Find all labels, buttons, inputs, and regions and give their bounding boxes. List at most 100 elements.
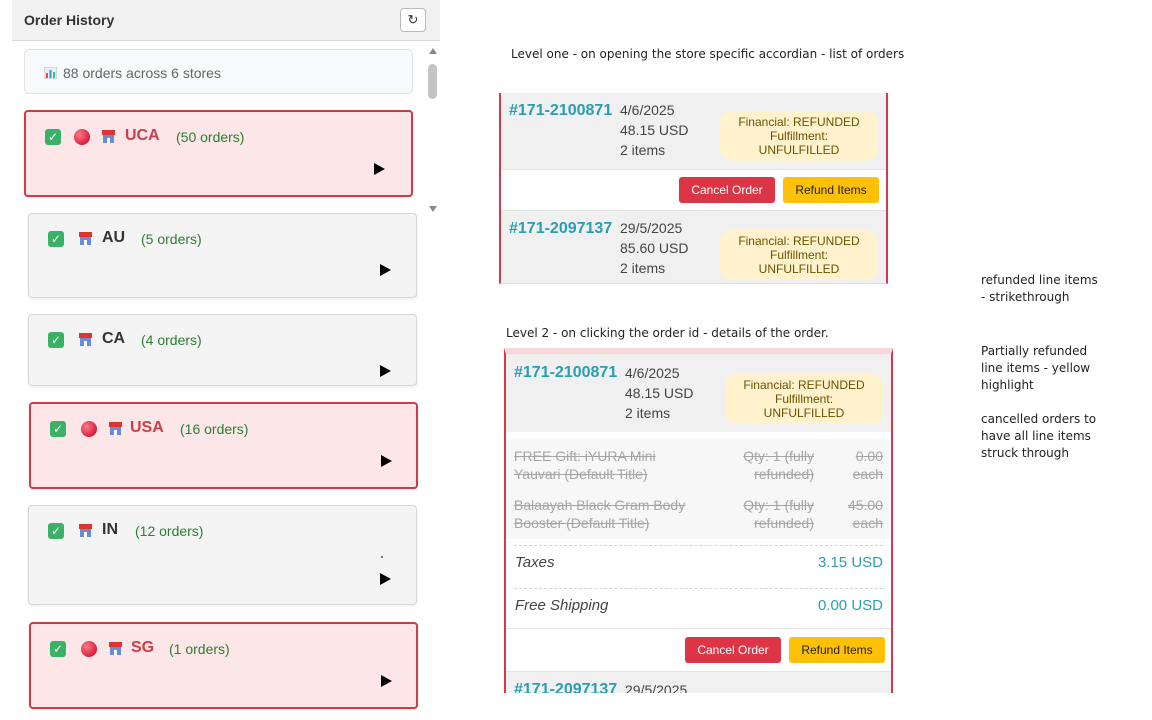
expand-arrow-icon[interactable] xyxy=(381,675,392,687)
check-icon: ✓ xyxy=(48,231,64,247)
level-one-order-list: #171-2100871 4/6/2025 48.15 USD 2 items … xyxy=(499,93,888,284)
order-meta: 4/6/2025 48.15 USD 2 items xyxy=(625,363,693,423)
order-amount: 48.15 USD xyxy=(620,122,689,138)
store-icon xyxy=(79,524,92,537)
order-row[interactable]: #171-2097137 29/5/2025 xyxy=(506,672,891,693)
level-two-order-details: #171-2100871 4/6/2025 48.15 USD 2 items … xyxy=(504,348,893,693)
order-item-count: 2 items xyxy=(620,142,666,158)
level-one-note: Level one - on opening the store specifi… xyxy=(511,47,905,61)
order-row[interactable]: #171-2097137 29/5/2025 85.60 USD 2 items… xyxy=(501,211,886,283)
order-id-link[interactable]: #171-2100871 xyxy=(514,364,617,382)
expand-arrow-icon[interactable] xyxy=(381,455,392,467)
order-item-count: 2 items xyxy=(625,405,671,421)
order-meta: 29/5/2025 85.60 USD 2 items xyxy=(620,218,688,278)
store-icon xyxy=(109,422,122,435)
expand-arrow-icon[interactable] xyxy=(380,264,391,276)
order-id-link[interactable]: #171-2100871 xyxy=(509,102,612,120)
check-icon: ✓ xyxy=(50,641,66,657)
order-amount: 85.60 USD xyxy=(620,240,689,256)
status-badge: Financial: REFUNDED Fulfillment: UNFULFI… xyxy=(720,230,878,280)
refund-items-button[interactable]: Refund Items xyxy=(789,637,885,663)
panel-title: Order History xyxy=(24,12,115,28)
store-icon xyxy=(79,333,92,346)
taxes-label: Taxes xyxy=(515,554,555,571)
store-accordion-au[interactable]: ✓ AU (5 orders) xyxy=(28,213,417,298)
loading-dot xyxy=(381,556,383,558)
order-row[interactable]: #171-2100871 4/6/2025 48.15 USD 2 items … xyxy=(506,354,891,432)
store-accordion-in[interactable]: ✓ IN (12 orders) xyxy=(28,505,417,605)
bar-chart-icon xyxy=(44,67,57,79)
order-date: 29/5/2025 xyxy=(625,682,688,693)
store-icon xyxy=(109,642,122,655)
status-badge: Financial: REFUNDED Fulfillment: UNFULFI… xyxy=(725,374,883,424)
store-code: CA xyxy=(102,330,126,347)
summary-text: 88 orders across 6 stores xyxy=(63,65,221,81)
yellow-highlight-note: Partially refunded line items - yellow h… xyxy=(981,344,1091,392)
scrollbar[interactable] xyxy=(426,44,440,216)
financial-status: Financial: REFUNDED xyxy=(743,378,865,392)
shipping-value: 0.00 USD xyxy=(817,597,883,614)
line-item-price: 0.00 each xyxy=(852,448,883,482)
store-accordion-usa[interactable]: ✓ USA (16 orders) xyxy=(29,402,418,489)
refund-items-button[interactable]: Refund Items xyxy=(783,177,879,203)
store-order-count: (4 orders) xyxy=(141,332,202,348)
financial-status: Financial: REFUNDED xyxy=(738,115,860,129)
store-order-count: (1 orders) xyxy=(169,641,230,657)
line-item-qty: Qty: 1 (fully refunded) xyxy=(743,497,814,531)
store-order-count: (12 orders) xyxy=(135,523,204,539)
line-item-qty: Qty: 1 (fully refunded) xyxy=(743,448,814,482)
check-icon: ✓ xyxy=(45,129,61,145)
fulfillment-status: Fulfillment: UNFULFILLED xyxy=(758,129,840,157)
order-id-link[interactable]: #171-2097137 xyxy=(509,220,612,238)
store-order-count: (50 orders) xyxy=(176,129,245,145)
order-id-link[interactable]: #171-2097137 xyxy=(514,681,617,693)
expand-arrow-icon[interactable] xyxy=(374,163,385,175)
cancel-order-button[interactable]: Cancel Order xyxy=(679,177,775,203)
status-badge: Financial: REFUNDED Fulfillment: UNFULFI… xyxy=(720,111,878,161)
fulfillment-status: Fulfillment: UNFULFILLED xyxy=(758,248,840,276)
financial-status: Financial: REFUNDED xyxy=(738,234,860,248)
store-code: SG xyxy=(131,639,155,656)
check-icon: ✓ xyxy=(48,332,64,348)
store-code: USA xyxy=(130,419,164,436)
strikethrough-note: refunded line items - strikethrough xyxy=(981,273,1098,304)
shipping-label: Free Shipping xyxy=(515,597,609,614)
refresh-button[interactable]: ↻ xyxy=(400,8,426,32)
alert-dot-icon xyxy=(81,641,97,657)
fulfillment-status: Fulfillment: UNFULFILLED xyxy=(763,392,845,420)
check-icon: ✓ xyxy=(50,421,66,437)
order-date: 4/6/2025 xyxy=(620,102,675,118)
store-order-count: (16 orders) xyxy=(180,421,249,437)
scroll-down-arrow-icon[interactable] xyxy=(429,206,437,212)
scroll-up-arrow-icon[interactable] xyxy=(429,48,437,54)
order-row[interactable]: #171-2100871 4/6/2025 48.15 USD 2 items … xyxy=(501,93,886,169)
store-order-count: (5 orders) xyxy=(141,231,202,247)
order-date: 29/5/2025 xyxy=(620,220,683,236)
alert-dot-icon xyxy=(74,129,90,145)
store-accordion-sg[interactable]: ✓ SG (1 orders) xyxy=(29,622,418,709)
expand-arrow-icon[interactable] xyxy=(380,365,391,377)
order-history-panel: Order History ↻ 88 orders across 6 store… xyxy=(12,0,440,720)
alert-dot-icon xyxy=(81,421,97,437)
panel-header: Order History ↻ xyxy=(12,0,440,41)
taxes-value: 3.15 USD xyxy=(817,554,883,571)
line-item: FREE Gift: iYURA Mini Yauvari (Default T… xyxy=(506,439,891,539)
store-accordion-uca[interactable]: ✓ UCA (50 orders) xyxy=(24,110,413,197)
cancelled-orders-note: cancelled orders to have all line items … xyxy=(981,412,1097,460)
order-meta: 4/6/2025 48.15 USD 2 items xyxy=(620,100,688,160)
check-icon: ✓ xyxy=(48,523,64,539)
cancel-order-button[interactable]: Cancel Order xyxy=(685,637,781,663)
store-icon xyxy=(102,130,115,143)
scroll-thumb[interactable] xyxy=(428,64,437,99)
expand-arrow-icon[interactable] xyxy=(380,573,391,585)
order-item-count: 2 items xyxy=(620,260,666,276)
store-icon xyxy=(79,232,92,245)
store-code: IN xyxy=(102,521,118,538)
divider xyxy=(514,545,883,546)
store-accordion-ca[interactable]: ✓ CA (4 orders) xyxy=(28,314,417,386)
line-item-price: 45.00 each xyxy=(847,497,883,531)
line-item-name: Balaayah Black Gram Body Booster (Defaul… xyxy=(514,497,686,531)
orders-summary: 88 orders across 6 stores xyxy=(24,49,413,94)
level-two-note: Level 2 - on clicking the order id - det… xyxy=(506,326,829,340)
divider xyxy=(514,588,883,589)
